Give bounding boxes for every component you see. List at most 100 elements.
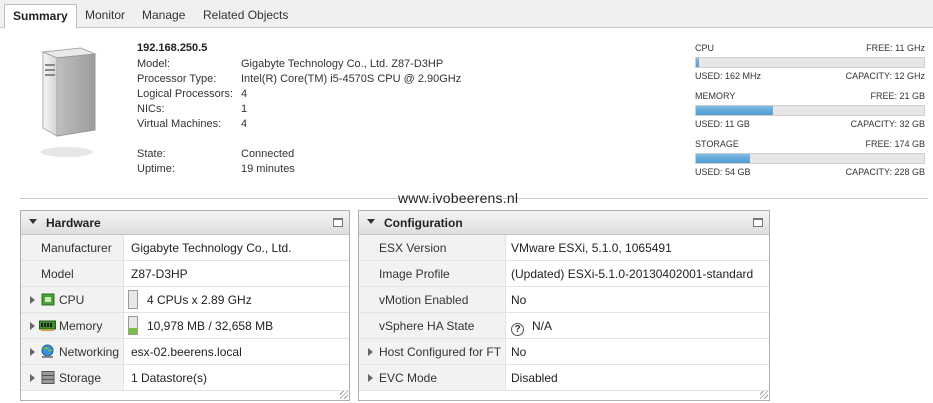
panel-title: Configuration	[384, 216, 463, 230]
host-field-nics: NICs: 1	[137, 102, 247, 117]
config-row-host-configured-ft[interactable]: Host Configured for FT No	[359, 339, 769, 365]
config-row-vsphere-ha-state: vSphere HA State ? N/A	[359, 313, 769, 339]
host-field-processor-type: Processor Type: Intel(R) Core(TM) i5-4570…	[137, 72, 461, 87]
meter-used: USED: 162 MHz	[695, 71, 762, 81]
row-label: vMotion Enabled	[379, 293, 469, 307]
expand-arrow-icon[interactable]	[368, 348, 373, 356]
field-label: State:	[137, 148, 166, 160]
host-field-model: Model: Gigabyte Technology Co., Ltd. Z87-…	[137, 57, 443, 72]
expand-arrow-icon[interactable]	[30, 348, 35, 356]
cpu-meter: CPU FREE: 11 GHz USED: 162 MHz CAPACITY: 1…	[695, 43, 925, 83]
hardware-panel-header[interactable]: Hardware	[21, 211, 349, 235]
host-name: 192.168.250.5	[137, 42, 208, 54]
row-label: Manufacturer	[41, 241, 112, 255]
field-label: Logical Processors:	[137, 88, 233, 100]
memory-icon	[39, 320, 56, 331]
row-label: Networking	[59, 345, 120, 359]
watermark: www.ivobeerens.nl	[398, 190, 519, 206]
tab-manage[interactable]: Manage	[134, 4, 193, 28]
meter-capacity: CAPACITY: 12 GHz	[845, 71, 925, 81]
field-value: Connected	[241, 148, 295, 160]
collapse-triangle-icon[interactable]	[367, 219, 375, 224]
hardware-row-cpu[interactable]: CPU 4 CPUs x 2.89 GHz	[21, 287, 349, 313]
meter-bar	[695, 57, 925, 68]
usage-fill	[129, 328, 137, 334]
row-label: vSphere HA State	[379, 319, 475, 333]
meter-free: FREE: 174 GB	[865, 139, 925, 149]
hardware-panel: Hardware Manufacturer Gigabyte Technolog…	[20, 210, 350, 401]
meter-bar	[695, 153, 925, 164]
expand-arrow-icon[interactable]	[30, 296, 35, 304]
row-value: Z87-D3HP	[131, 267, 188, 281]
row-value: Gigabyte Technology Co., Ltd.	[131, 241, 292, 255]
host-field-uptime: Uptime: 19 minutes	[137, 162, 295, 177]
row-label: Model	[41, 267, 74, 281]
expand-arrow-icon[interactable]	[368, 374, 373, 382]
row-value: No	[511, 293, 527, 307]
config-row-evc-mode[interactable]: EVC Mode Disabled	[359, 365, 769, 391]
row-label: ESX Version	[379, 241, 447, 255]
host-field-logical-processors: Logical Processors: 4	[137, 87, 247, 102]
cpu-icon	[41, 293, 55, 306]
row-label: EVC Mode	[379, 371, 438, 385]
row-value: (Updated) ESXi-5.1.0-20130402001-standar…	[511, 267, 754, 281]
meter-capacity: CAPACITY: 32 GB	[850, 119, 925, 129]
field-value: Intel(R) Core(TM) i5-4570S CPU @ 2.90GHz	[241, 73, 462, 85]
hardware-row-storage[interactable]: Storage 1 Datastore(s)	[21, 365, 349, 391]
row-value-wrap: ? N/A	[511, 319, 552, 336]
cpu-usage-bar	[128, 290, 138, 309]
hardware-row-memory[interactable]: Memory 10,978 MB / 32,658 MB	[21, 313, 349, 339]
configuration-panel-header[interactable]: Configuration	[359, 211, 769, 235]
host-server-icon	[41, 47, 97, 157]
host-field-state: State: Connected	[137, 147, 294, 162]
meter-used: USED: 54 GB	[695, 167, 751, 177]
row-label: Host Configured for FT	[379, 345, 502, 359]
config-row-esx-version: ESX Version VMware ESXi, 5.1.0, 1065491	[359, 235, 769, 261]
maximize-icon[interactable]	[753, 218, 763, 227]
network-globe-icon	[41, 344, 54, 358]
maximize-icon[interactable]	[333, 218, 343, 227]
expand-arrow-icon[interactable]	[30, 374, 35, 382]
row-label: Storage	[59, 371, 102, 385]
row-label: Image Profile	[379, 267, 450, 281]
row-value: N/A	[532, 319, 553, 333]
field-label: Model:	[137, 58, 171, 70]
row-value: 4 CPUs x 2.89 GHz	[147, 293, 252, 307]
field-label: Virtual Machines:	[137, 118, 222, 130]
row-label: Memory	[59, 319, 103, 333]
meter-name: CPU	[695, 43, 715, 53]
datastores-link[interactable]: 1 Datastore(s)	[131, 371, 207, 385]
row-value: VMware ESXi, 5.1.0, 1065491	[511, 241, 672, 255]
meter-fill	[696, 106, 773, 115]
hardware-row-manufacturer: Manufacturer Gigabyte Technology Co., Lt…	[21, 235, 349, 261]
tab-bar: Summary Monitor Manage Related Objects	[0, 0, 933, 29]
meter-free: FREE: 21 GB	[870, 91, 925, 101]
meter-capacity: CAPACITY: 228 GB	[845, 167, 925, 177]
field-value: 4	[241, 118, 248, 130]
storage-disk-icon	[41, 371, 55, 384]
field-value: 4	[241, 88, 248, 100]
meter-bar	[695, 105, 925, 116]
field-value: 19 minutes	[241, 163, 295, 175]
row-value: Disabled	[511, 371, 558, 385]
question-icon: ?	[511, 323, 524, 336]
tab-monitor[interactable]: Monitor	[77, 4, 133, 28]
collapse-triangle-icon[interactable]	[29, 219, 37, 224]
meter-fill	[696, 58, 700, 67]
host-field-virtual-machines: Virtual Machines: 4	[137, 117, 247, 132]
hardware-row-model: Model Z87-D3HP	[21, 261, 349, 287]
meter-used: USED: 11 GB	[695, 119, 750, 129]
panel-title: Hardware	[46, 216, 101, 230]
tab-summary[interactable]: Summary	[4, 4, 77, 29]
panel-resize-grip[interactable]	[340, 391, 348, 399]
config-row-image-profile: Image Profile (Updated) ESXi-5.1.0-20130…	[359, 261, 769, 287]
hardware-row-networking[interactable]: Networking esx-02.beerens.local	[21, 339, 349, 365]
panel-resize-grip[interactable]	[760, 391, 768, 399]
host-info: 192.168.250.5 Model: Gigabyte Technology …	[137, 42, 461, 177]
memory-usage-bar	[128, 316, 138, 335]
meter-fill	[696, 154, 751, 163]
expand-arrow-icon[interactable]	[30, 322, 35, 330]
tab-related-objects[interactable]: Related Objects	[195, 4, 296, 28]
row-label: CPU	[59, 293, 85, 307]
field-label: Uptime:	[137, 163, 175, 175]
